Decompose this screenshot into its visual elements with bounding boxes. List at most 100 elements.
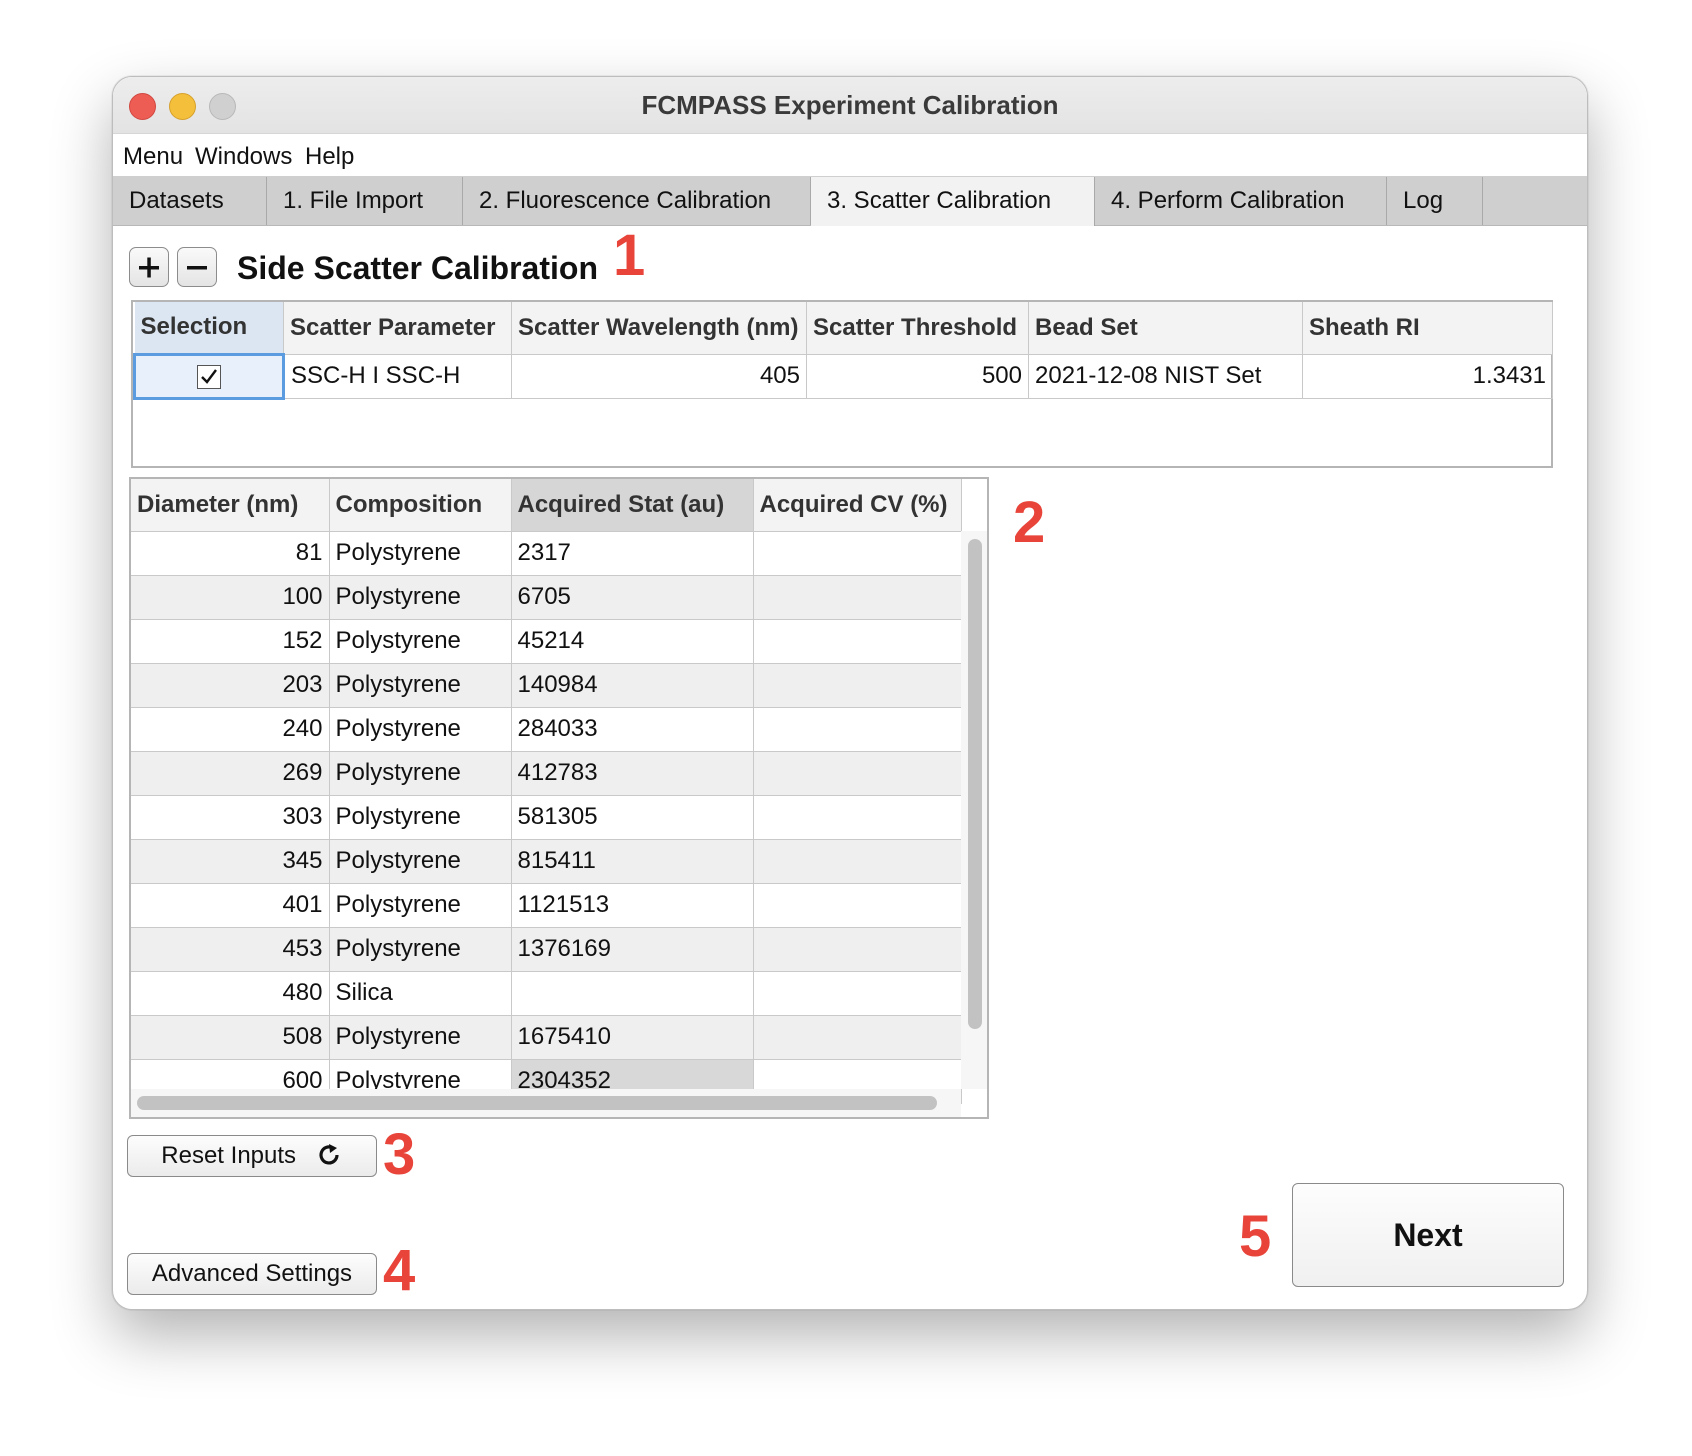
composition-cell[interactable]: Silica	[329, 971, 512, 1016]
advanced-settings-button[interactable]: Advanced Settings	[127, 1253, 377, 1295]
composition-cell[interactable]: Polystyrene	[329, 663, 512, 708]
acquired-cv-cell[interactable]	[753, 1015, 962, 1060]
tab-perform-calibration[interactable]: 4. Perform Calibration	[1095, 177, 1387, 225]
acquired-cv-cell[interactable]	[753, 663, 962, 708]
table-row[interactable]: 480 Silica	[131, 971, 962, 1016]
diameter-cell[interactable]: 100	[131, 575, 330, 620]
table-row[interactable]: 269 Polystyrene 412783	[131, 751, 962, 796]
table-row[interactable]: SSC-H I SSC-H 405 500 2021-12-08 NIST Se…	[133, 352, 1553, 400]
annotation-1: 1	[613, 223, 646, 288]
acquired-cv-cell[interactable]	[753, 575, 962, 620]
composition-cell[interactable]: Polystyrene	[329, 751, 512, 796]
remove-scatter-button[interactable]	[177, 247, 217, 287]
composition-cell[interactable]: Polystyrene	[329, 575, 512, 620]
tab-file-import[interactable]: 1. File Import	[267, 177, 463, 225]
diameter-cell[interactable]: 152	[131, 619, 330, 664]
acquired-stat-cell[interactable]: 140984	[511, 663, 754, 708]
header-bead-set[interactable]: Bead Set	[1028, 302, 1303, 355]
scatter-parameter-cell[interactable]: SSC-H I SSC-H	[283, 354, 512, 399]
annotation-4: 4	[383, 1238, 416, 1303]
composition-cell[interactable]: Polystyrene	[329, 1015, 512, 1060]
acquired-cv-cell[interactable]	[753, 751, 962, 796]
add-scatter-button[interactable]	[129, 247, 169, 287]
table-row[interactable]: 81 Polystyrene 2317	[131, 531, 962, 576]
header-scatter-wavelength[interactable]: Scatter Wavelength (nm)	[511, 302, 807, 355]
composition-cell[interactable]: Polystyrene	[329, 531, 512, 576]
diameter-cell[interactable]: 81	[131, 531, 330, 576]
next-button[interactable]: Next	[1292, 1183, 1564, 1287]
acquired-stat-cell[interactable]	[511, 971, 754, 1016]
diameter-cell[interactable]: 269	[131, 751, 330, 796]
menu-item-menu[interactable]: Menu	[123, 143, 183, 171]
acquired-cv-cell[interactable]	[753, 619, 962, 664]
acquired-stat-cell[interactable]: 815411	[511, 839, 754, 884]
diameter-cell[interactable]: 508	[131, 1015, 330, 1060]
tab-log[interactable]: Log	[1387, 177, 1483, 225]
table-row[interactable]: 303 Polystyrene 581305	[131, 795, 962, 840]
acquired-cv-cell[interactable]	[753, 795, 962, 840]
acquired-cv-cell[interactable]	[753, 839, 962, 884]
reset-inputs-button[interactable]: Reset Inputs	[127, 1135, 377, 1177]
acquired-stat-cell[interactable]: 412783	[511, 751, 754, 796]
composition-cell[interactable]: Polystyrene	[329, 795, 512, 840]
tab-datasets[interactable]: Datasets	[113, 177, 267, 225]
composition-cell[interactable]: Polystyrene	[329, 839, 512, 884]
horizontal-scrollbar[interactable]	[131, 1089, 961, 1117]
acquired-stat-cell[interactable]: 6705	[511, 575, 754, 620]
diameter-cell[interactable]: 480	[131, 971, 330, 1016]
selection-checkbox[interactable]	[197, 364, 221, 389]
header-sheath-ri[interactable]: Sheath RI	[1302, 302, 1553, 355]
acquired-cv-cell[interactable]	[753, 707, 962, 752]
selection-cell[interactable]	[133, 352, 285, 400]
acquired-stat-cell[interactable]: 45214	[511, 619, 754, 664]
table-row[interactable]: 152 Polystyrene 45214	[131, 619, 962, 664]
vertical-scroll-thumb[interactable]	[968, 539, 982, 1029]
composition-cell[interactable]: Polystyrene	[329, 883, 512, 928]
header-acquired-cv[interactable]: Acquired CV (%)	[753, 479, 962, 532]
diameter-cell[interactable]: 453	[131, 927, 330, 972]
acquired-cv-cell[interactable]	[753, 927, 962, 972]
sheath-ri-cell[interactable]: 1.3431	[1302, 354, 1553, 399]
diameter-cell[interactable]: 240	[131, 707, 330, 752]
acquired-stat-cell[interactable]: 1675410	[511, 1015, 754, 1060]
annotation-2: 2	[1013, 490, 1046, 555]
diameter-cell[interactable]: 345	[131, 839, 330, 884]
acquired-stat-cell[interactable]: 2317	[511, 531, 754, 576]
horizontal-scroll-thumb[interactable]	[137, 1096, 937, 1110]
table-row[interactable]: 240 Polystyrene 284033	[131, 707, 962, 752]
tab-fluorescence-calibration[interactable]: 2. Fluorescence Calibration	[463, 177, 811, 225]
table-row[interactable]: 203 Polystyrene 140984	[131, 663, 962, 708]
acquired-stat-cell[interactable]: 284033	[511, 707, 754, 752]
diameter-cell[interactable]: 303	[131, 795, 330, 840]
acquired-cv-cell[interactable]	[753, 531, 962, 576]
vertical-scrollbar[interactable]	[961, 531, 987, 1089]
menu-item-help[interactable]: Help	[305, 143, 354, 171]
header-composition[interactable]: Composition	[329, 479, 512, 532]
acquired-stat-cell[interactable]: 581305	[511, 795, 754, 840]
table-row[interactable]: 100 Polystyrene 6705	[131, 575, 962, 620]
table-row[interactable]: 345 Polystyrene 815411	[131, 839, 962, 884]
acquired-cv-cell[interactable]	[753, 883, 962, 928]
header-selection[interactable]: Selection	[134, 302, 284, 355]
menu-item-windows[interactable]: Windows	[195, 143, 292, 171]
table-row[interactable]: 453 Polystyrene 1376169	[131, 927, 962, 972]
diameter-cell[interactable]: 401	[131, 883, 330, 928]
diameter-cell[interactable]: 203	[131, 663, 330, 708]
composition-cell[interactable]: Polystyrene	[329, 927, 512, 972]
composition-cell[interactable]: Polystyrene	[329, 707, 512, 752]
menu-bar: Menu Windows Help	[113, 134, 1587, 177]
scatter-wavelength-cell[interactable]: 405	[511, 354, 807, 399]
bead-set-cell[interactable]: 2021-12-08 NIST Set	[1028, 354, 1303, 399]
composition-cell[interactable]: Polystyrene	[329, 619, 512, 664]
scatter-threshold-cell[interactable]: 500	[806, 354, 1029, 399]
acquired-stat-cell[interactable]: 1376169	[511, 927, 754, 972]
header-acquired-stat[interactable]: Acquired Stat (au)	[511, 479, 754, 532]
tab-scatter-calibration[interactable]: 3. Scatter Calibration	[811, 177, 1095, 226]
acquired-stat-cell[interactable]: 1121513	[511, 883, 754, 928]
header-scatter-threshold[interactable]: Scatter Threshold	[806, 302, 1029, 355]
acquired-cv-cell[interactable]	[753, 971, 962, 1016]
header-scatter-parameter[interactable]: Scatter Parameter	[283, 302, 512, 355]
header-diameter[interactable]: Diameter (nm)	[131, 479, 330, 532]
table-row[interactable]: 508 Polystyrene 1675410	[131, 1015, 962, 1060]
table-row[interactable]: 401 Polystyrene 1121513	[131, 883, 962, 928]
